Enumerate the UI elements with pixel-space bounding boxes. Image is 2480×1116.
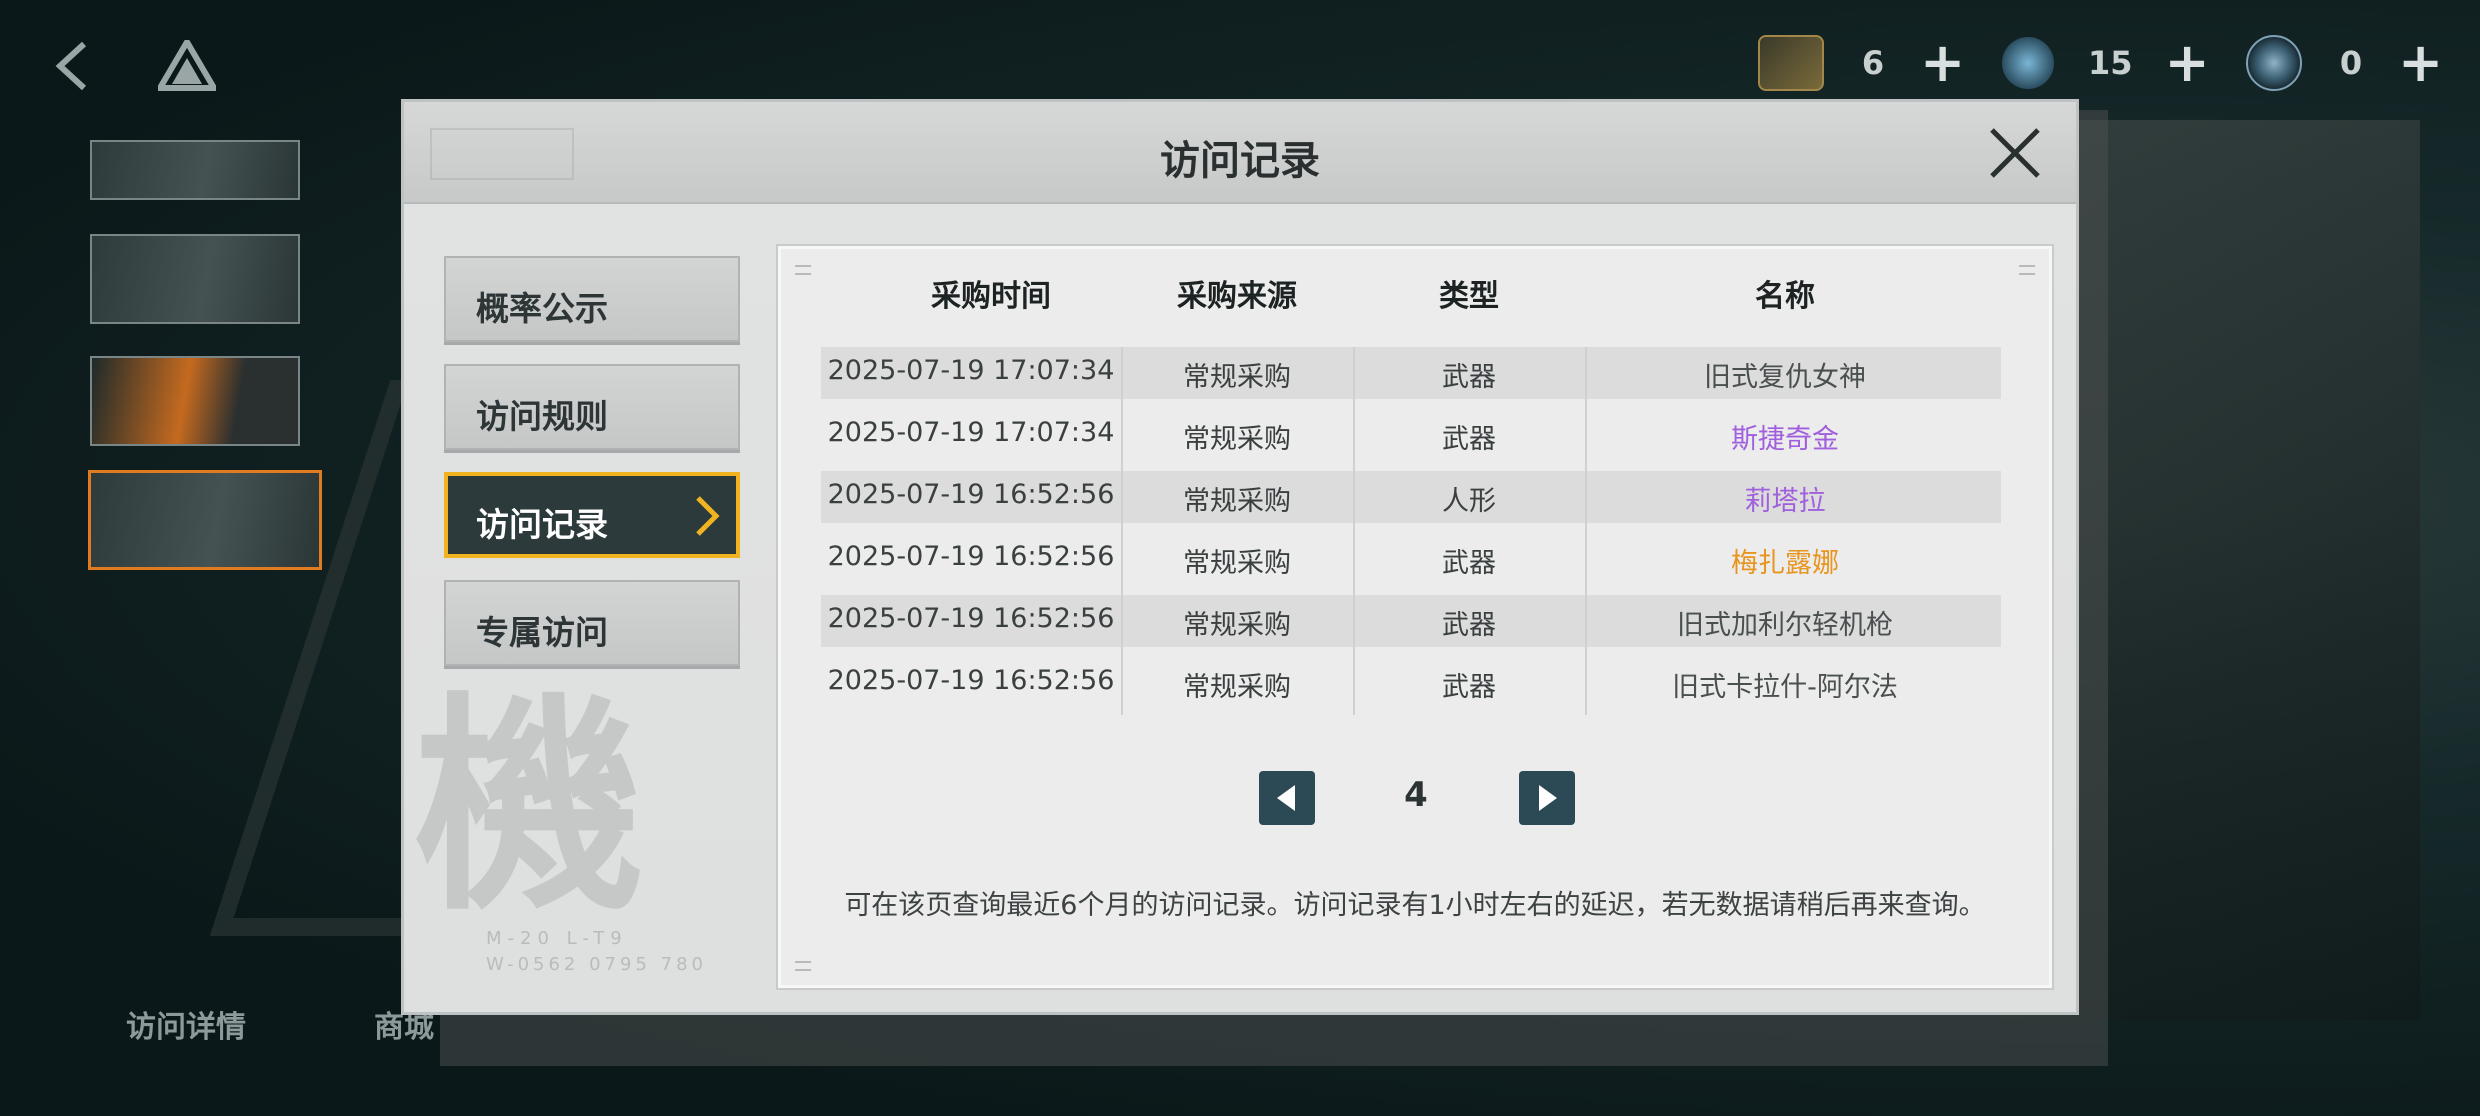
cell-source: 常规采购 <box>1183 486 1291 517</box>
cell-type: 武器 <box>1442 424 1496 455</box>
dialog-header: 访问记录 <box>404 102 2076 204</box>
cell-type: 武器 <box>1442 548 1496 579</box>
column-header-type: 类型 <box>1439 279 1499 314</box>
cell-type: 武器 <box>1442 610 1496 641</box>
chevron-right-icon <box>696 496 720 536</box>
table-row: 2025-07-19 17:07:34 常规采购 武器 旧式复仇女神 <box>821 347 2001 399</box>
cell-source: 常规采购 <box>1183 362 1291 393</box>
dialog-title: 访问记录 <box>1160 138 1320 184</box>
menu-item-label: 访问记录 <box>476 505 608 544</box>
currency-crystal: 15 + <box>2002 28 2210 98</box>
cell-time: 2025-07-19 16:52:56 <box>827 479 1115 510</box>
corner-mark <box>795 961 811 971</box>
prev-page-button[interactable] <box>1259 771 1315 825</box>
logo-icon <box>154 36 220 91</box>
back-button[interactable] <box>52 40 92 92</box>
cell-name: 旧式复仇女神 <box>1704 362 1866 393</box>
menu-item-rules[interactable]: 访问规则 <box>444 364 740 450</box>
cell-time: 2025-07-19 16:52:56 <box>827 541 1115 572</box>
banner-thumbnail[interactable] <box>90 234 300 324</box>
menu-item-label: 访问规则 <box>476 397 608 436</box>
cell-name: 旧式卡拉什-阿尔法 <box>1672 672 1898 703</box>
currency-count: 0 <box>2339 44 2363 82</box>
table-row: 2025-07-19 17:07:34 常规采购 武器 斯捷奇金 <box>821 409 2001 461</box>
column-header-source: 采购来源 <box>1177 279 1297 314</box>
watermark-glyph: 機 <box>414 672 645 942</box>
menu-item-records[interactable]: 访问记录 <box>444 472 740 558</box>
menu-item-exclusive[interactable]: 专属访问 <box>444 580 740 666</box>
close-button[interactable] <box>1986 124 2044 182</box>
cell-time: 2025-07-19 17:07:34 <box>827 355 1115 386</box>
coin-icon <box>2246 35 2302 91</box>
cell-type: 人形 <box>1442 486 1496 517</box>
cell-source: 常规采购 <box>1183 424 1291 455</box>
column-divider <box>1353 347 1355 715</box>
triangle-left-icon <box>1277 785 1295 811</box>
cell-source: 常规采购 <box>1183 610 1291 641</box>
ticket-icon <box>1758 35 1824 91</box>
corner-mark <box>2019 265 2035 275</box>
close-icon <box>1990 128 2040 178</box>
currency-ticket: 6 + <box>1758 28 1965 98</box>
add-currency-button[interactable]: + <box>2398 36 2443 90</box>
chevron-left-icon <box>55 41 87 91</box>
visit-record-dialog: 访问记录 機 M-20 L-T9 W-0562 0795 780 概率公示 访问… <box>404 102 2076 1012</box>
currency-count: 6 <box>1861 44 1885 82</box>
cell-time: 2025-07-19 17:07:34 <box>827 417 1115 448</box>
cell-source: 常规采购 <box>1183 672 1291 703</box>
cell-type: 武器 <box>1442 362 1496 393</box>
currency-coin: 0 + <box>2246 28 2443 98</box>
watermark-code: W-0562 0795 780 <box>486 954 707 975</box>
home-logo-button[interactable] <box>154 36 220 92</box>
cell-name: 莉塔拉 <box>1744 486 1826 517</box>
watermark-code: M-20 L-T9 <box>486 928 628 949</box>
cell-source: 常规采购 <box>1183 548 1291 579</box>
cell-time: 2025-07-19 16:52:56 <box>827 603 1115 634</box>
currency-count: 15 <box>2088 44 2133 82</box>
column-header-time: 采购时间 <box>931 279 1051 314</box>
crystal-icon <box>2002 37 2054 89</box>
add-currency-button[interactable]: + <box>2165 36 2210 90</box>
table-row: 2025-07-19 16:52:56 常规采购 武器 旧式卡拉什-阿尔法 <box>821 657 2001 709</box>
cell-name: 旧式加利尔轻机枪 <box>1677 610 1893 641</box>
table-row: 2025-07-19 16:52:56 常规采购 武器 梅扎露娜 <box>821 533 2001 585</box>
column-divider <box>1585 347 1587 715</box>
menu-item-label: 概率公示 <box>476 289 608 328</box>
records-note: 可在该页查询最近6个月的访问记录。访问记录有1小时左右的延迟，若无数据请稍后再来… <box>844 890 1986 921</box>
next-page-button[interactable] <box>1519 771 1575 825</box>
table-row: 2025-07-19 16:52:56 常规采购 人形 莉塔拉 <box>821 471 2001 523</box>
add-currency-button[interactable]: + <box>1920 36 1965 90</box>
column-header-name: 名称 <box>1755 279 1815 314</box>
cell-time: 2025-07-19 16:52:56 <box>827 665 1115 696</box>
banner-thumbnail[interactable] <box>90 356 300 446</box>
menu-item-label: 专属访问 <box>476 613 608 652</box>
table-row: 2025-07-19 16:52:56 常规采购 武器 旧式加利尔轻机枪 <box>821 595 2001 647</box>
tab-visit-details[interactable]: 访问详情 <box>126 1002 246 1046</box>
corner-mark <box>795 265 811 275</box>
cell-type: 武器 <box>1442 672 1496 703</box>
records-panel: 采购时间 采购来源 类型 名称 2025-07-19 17:07:34 常规采购… <box>778 246 2052 988</box>
menu-item-probability[interactable]: 概率公示 <box>444 256 740 342</box>
cell-name: 梅扎露娜 <box>1731 548 1839 579</box>
column-divider <box>1121 347 1123 715</box>
banner-thumbnail-selected[interactable] <box>88 470 322 570</box>
triangle-right-icon <box>1539 785 1557 811</box>
banner-thumbnail[interactable] <box>90 140 300 200</box>
page-number: 4 <box>1404 775 1428 815</box>
cell-name: 斯捷奇金 <box>1731 424 1839 455</box>
